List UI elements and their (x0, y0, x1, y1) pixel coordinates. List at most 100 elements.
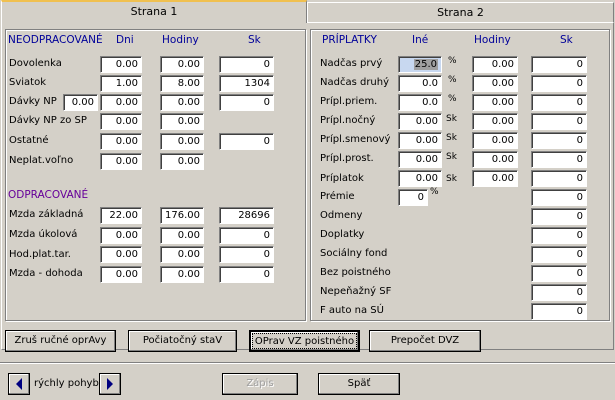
sk-field[interactable]: 0 (531, 151, 587, 168)
dni-field[interactable]: 22.00 (100, 207, 142, 224)
hodiny-field[interactable]: 0.00 (472, 132, 518, 149)
hodiny-field[interactable]: 8.00 (160, 75, 204, 92)
bottom-separator (0, 362, 615, 364)
row-label: Prémie (320, 191, 355, 202)
hodiny-field[interactable]: 0.00 (472, 113, 518, 130)
row-label: Mzda - dohoda (9, 268, 83, 279)
unit-label: % (448, 94, 457, 104)
sk-field[interactable]: 0 (531, 246, 587, 263)
row-label: Mzda základná (9, 209, 84, 220)
hodiny-field[interactable]: 0.00 (160, 56, 204, 73)
hodiny-field[interactable]: 0.00 (160, 266, 204, 283)
row-label: Nepeňažný SF (320, 286, 392, 297)
unit-label: % (448, 75, 457, 85)
ine-field[interactable]: 0.00 (398, 151, 442, 168)
ine-field[interactable]: 0.00 (398, 113, 442, 130)
dni-field[interactable]: 0.00 (100, 113, 142, 130)
hodiny-field[interactable]: 0.00 (472, 151, 518, 168)
row-label: Odmeny (320, 210, 363, 221)
odpracovane-header: ODPRACOVANÉ (8, 189, 89, 201)
hodiny-field[interactable]: 0.00 (472, 56, 518, 73)
ine-field[interactable]: 0.00 (398, 132, 442, 149)
hodiny-field[interactable]: 0.00 (160, 94, 204, 111)
row-label: Prípl.nočný (320, 115, 376, 126)
hodiny-field[interactable]: 0.00 (472, 75, 518, 92)
sk-field[interactable]: 0 (531, 303, 587, 320)
dni-field[interactable]: 0.00 (100, 266, 142, 283)
ine-field[interactable]: 0.00 (398, 170, 442, 187)
priplatky-header: PRÍPLATKY (322, 34, 377, 46)
hodiny-field[interactable]: 0.00 (160, 227, 204, 244)
spat-button[interactable]: Späť (318, 373, 400, 395)
dni-field[interactable]: 1.00 (100, 75, 142, 92)
davky-np-extra-field[interactable]: 0.00 (63, 94, 98, 111)
tab-strana-1[interactable]: Strana 1 (1, 0, 307, 23)
sk-field[interactable]: 0 (531, 75, 587, 92)
hodiny-field[interactable]: 0.00 (472, 94, 518, 111)
sk-field[interactable]: 0 (531, 170, 587, 187)
ine-field[interactable]: 0.0 (398, 94, 442, 111)
row-label: Dávky NP zo SP (9, 115, 87, 126)
hodiny-field[interactable]: 0.00 (160, 153, 204, 170)
ine-field[interactable]: 25.0 (398, 56, 442, 73)
unit-label: Sk (446, 133, 457, 143)
hodiny-field[interactable]: 0.00 (160, 133, 204, 150)
sk-field[interactable]: 0 (531, 94, 587, 111)
zrus-rucne-opravy-button[interactable]: Zruš ručné oprAvy (5, 330, 116, 352)
prev-button[interactable] (8, 373, 30, 395)
unit-label: Sk (446, 174, 457, 184)
ine-value: 25.0 (413, 59, 438, 70)
hodiny-field[interactable]: 0.00 (160, 113, 204, 130)
sk-field[interactable]: 0 (219, 94, 274, 111)
dni-field[interactable]: 0.00 (100, 227, 142, 244)
zapis-button[interactable]: Zápis (222, 373, 298, 395)
ine-field[interactable]: 0.0 (398, 75, 442, 92)
unit-label: Sk (446, 152, 457, 162)
row-label: Nadčas prvý (320, 58, 383, 69)
unit-label: % (448, 56, 457, 66)
sk-field[interactable]: 0 (531, 208, 587, 225)
sk-field[interactable]: 28696 (219, 207, 274, 224)
sk-field[interactable]: 0 (219, 266, 274, 283)
dni-field[interactable]: 0.00 (100, 94, 142, 111)
pociatocny-stav-button[interactable]: Počiatočný staV (128, 330, 237, 352)
row-label: Dávky NP (9, 96, 57, 107)
sk-field[interactable]: 0 (531, 189, 587, 206)
col-ine-header: Iné (412, 34, 429, 46)
hodiny-field[interactable]: 0.00 (160, 246, 204, 263)
row-label: Prípl.smenový (320, 134, 391, 145)
sk-field[interactable]: 0 (531, 132, 587, 149)
hodiny-field[interactable]: 176.00 (160, 207, 204, 224)
sk-field[interactable]: 0 (219, 133, 274, 150)
hodiny-field[interactable]: 0.00 (472, 170, 518, 187)
dni-field[interactable]: 0.00 (100, 153, 142, 170)
rychly-pohyb-label: rýchly pohyb (34, 378, 99, 389)
sk-field[interactable]: 0 (531, 265, 587, 282)
oprav-vz-poistneho-button[interactable]: OPrav VZ poistného (249, 330, 360, 352)
tab-strana-2[interactable]: Strana 2 (307, 2, 614, 23)
row-label: Príplatok (320, 173, 364, 184)
col-hodiny-header: Hodiny (162, 34, 199, 46)
prepocet-dvz-button[interactable]: Prepočet DVZ (369, 330, 481, 352)
sk-field[interactable]: 0 (219, 56, 274, 73)
dni-field[interactable]: 0.00 (100, 56, 142, 73)
dni-field[interactable]: 0.00 (100, 246, 142, 263)
row-label: Neplat.voľno (9, 155, 74, 166)
sk-field[interactable]: 0 (219, 246, 274, 263)
row-label: Ostatné (9, 135, 49, 146)
neodpracovane-header: NEODPRACOVANÉ (8, 34, 103, 46)
sk-field[interactable]: 1304 (219, 75, 274, 92)
dni-field[interactable]: 0.00 (100, 133, 142, 150)
sk-field[interactable]: 0 (531, 56, 587, 73)
row-label: Prípl.prost. (320, 153, 374, 164)
sk-field[interactable]: 0 (531, 284, 587, 301)
row-label: Sviatok (9, 77, 47, 88)
ine-field[interactable]: 0 (398, 189, 428, 206)
next-button[interactable] (99, 373, 121, 395)
col-sk-header: Sk (248, 34, 261, 46)
row-label: Bez poistného (320, 267, 391, 278)
col-sk-header: Sk (560, 34, 573, 46)
sk-field[interactable]: 0 (219, 227, 274, 244)
sk-field[interactable]: 0 (531, 113, 587, 130)
sk-field[interactable]: 0 (531, 227, 587, 244)
